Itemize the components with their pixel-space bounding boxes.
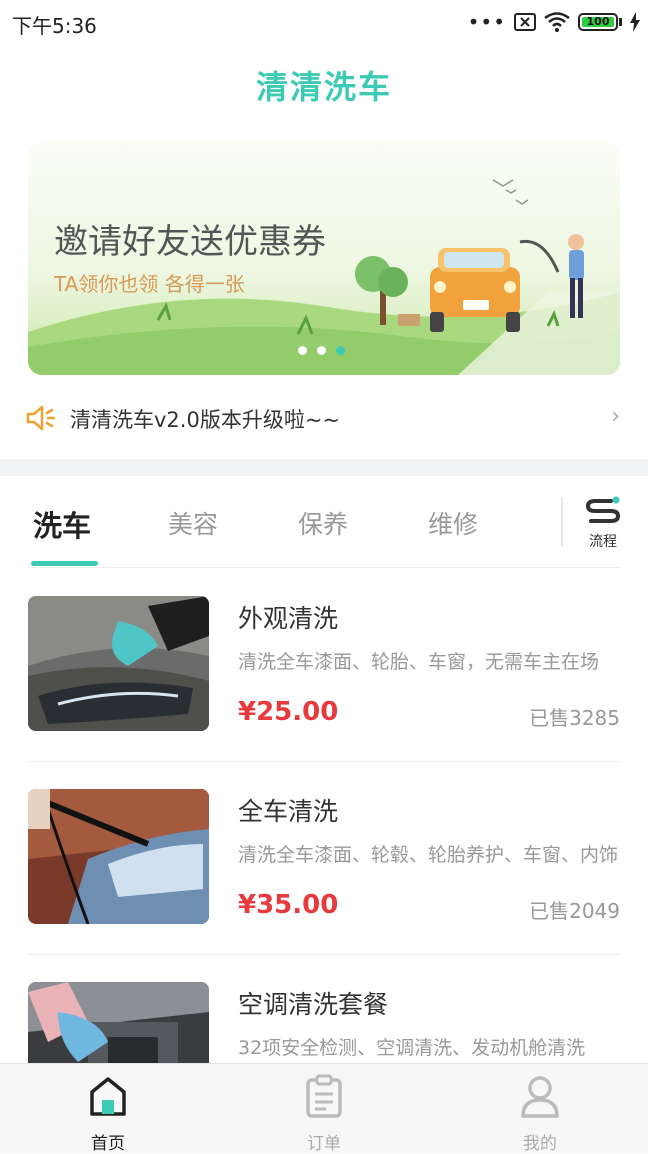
announcement-bar[interactable]: 清清洗车v2.0版本升级啦~~ ›	[24, 396, 624, 440]
orders-icon	[306, 1074, 342, 1118]
banner-pagination[interactable]	[298, 346, 345, 355]
service-image	[28, 982, 209, 1063]
nav-home[interactable]: 首页	[48, 1072, 168, 1154]
banner-title: 邀请好友送优惠券	[54, 222, 326, 262]
tabs-separator	[561, 497, 563, 547]
section-divider	[0, 459, 648, 476]
service-sold: 已售3285	[529, 706, 620, 730]
banner-dot-active[interactable]	[336, 346, 345, 355]
announcement-text: 清清洗车v2.0版本升级啦~~	[70, 408, 341, 432]
service-sold: 已售2049	[529, 899, 620, 923]
tab-maintenance[interactable]: 保养	[298, 505, 348, 541]
service-list: 外观清洗 清洗全车漆面、轮胎、车窗，无需车主在场 ¥25.00 已售3285 全…	[0, 569, 648, 1063]
service-name: 外观清洗	[238, 604, 339, 633]
service-image	[28, 596, 209, 731]
charging-icon	[630, 12, 640, 32]
speaker-icon	[26, 405, 56, 431]
active-tab-indicator	[31, 561, 98, 566]
app-title: 清清洗车	[255, 68, 392, 106]
category-tabs: 洗车 美容 保养 维修 流程	[0, 477, 648, 569]
nav-home-label: 首页	[91, 1134, 125, 1154]
banner-dot[interactable]	[317, 346, 326, 355]
service-name: 全车清洗	[238, 797, 339, 826]
list-item[interactable]: 全车清洗 清洗全车漆面、轮毂、轮胎养护、车窗、内饰 ¥35.00 已售2049	[28, 762, 620, 955]
tab-beauty[interactable]: 美容	[168, 505, 218, 541]
home-icon	[90, 1077, 126, 1116]
nav-orders-label: 订单	[307, 1134, 341, 1154]
list-item[interactable]: 空调清洗套餐 32项安全检测、空调清洗、发动机舱清洗	[28, 955, 620, 1063]
nav-profile-label: 我的	[523, 1134, 557, 1154]
profile-icon	[521, 1076, 559, 1118]
process-label: 流程	[589, 534, 617, 550]
status-time: 下午5:36	[12, 14, 97, 38]
service-desc: 清洗全车漆面、轮胎、车窗，无需车主在场	[238, 651, 600, 673]
tabs-bottom-line	[28, 567, 620, 568]
status-bar: 下午5:36 ••• 100	[0, 0, 648, 44]
nav-orders[interactable]: 订单	[264, 1072, 384, 1154]
battery-icon: 100	[578, 13, 622, 31]
service-price: ¥35.00	[238, 890, 339, 920]
service-image	[28, 789, 209, 924]
chevron-right-icon[interactable]: ›	[611, 404, 620, 429]
wifi-icon	[544, 12, 570, 32]
tab-wash[interactable]: 洗车	[33, 503, 91, 545]
process-icon	[585, 496, 621, 523]
service-name: 空调清洗套餐	[238, 990, 389, 1019]
status-icons: ••• 100	[468, 8, 640, 36]
banner-subtitle: TA领你也领 各得一张	[54, 272, 245, 296]
banner-dot[interactable]	[298, 346, 307, 355]
promo-banner[interactable]: 邀请好友送优惠券 TA领你也领 各得一张	[28, 142, 620, 375]
nav-profile[interactable]: 我的	[480, 1072, 600, 1154]
signal-icon: •••	[467, 10, 506, 34]
process-button[interactable]: 流程	[583, 495, 623, 551]
service-desc: 清洗全车漆面、轮毂、轮胎养护、车窗、内饰	[238, 844, 619, 866]
battery-level: 100	[582, 16, 614, 27]
list-item[interactable]: 外观清洗 清洗全车漆面、轮胎、车窗，无需车主在场 ¥25.00 已售3285	[28, 569, 620, 762]
service-price: ¥25.00	[238, 697, 339, 727]
no-sim-icon	[514, 13, 536, 31]
service-desc: 32项安全检测、空调清洗、发动机舱清洗	[238, 1037, 586, 1059]
bottom-nav: 首页 订单 我的	[0, 1063, 648, 1154]
tab-repair[interactable]: 维修	[428, 505, 478, 541]
